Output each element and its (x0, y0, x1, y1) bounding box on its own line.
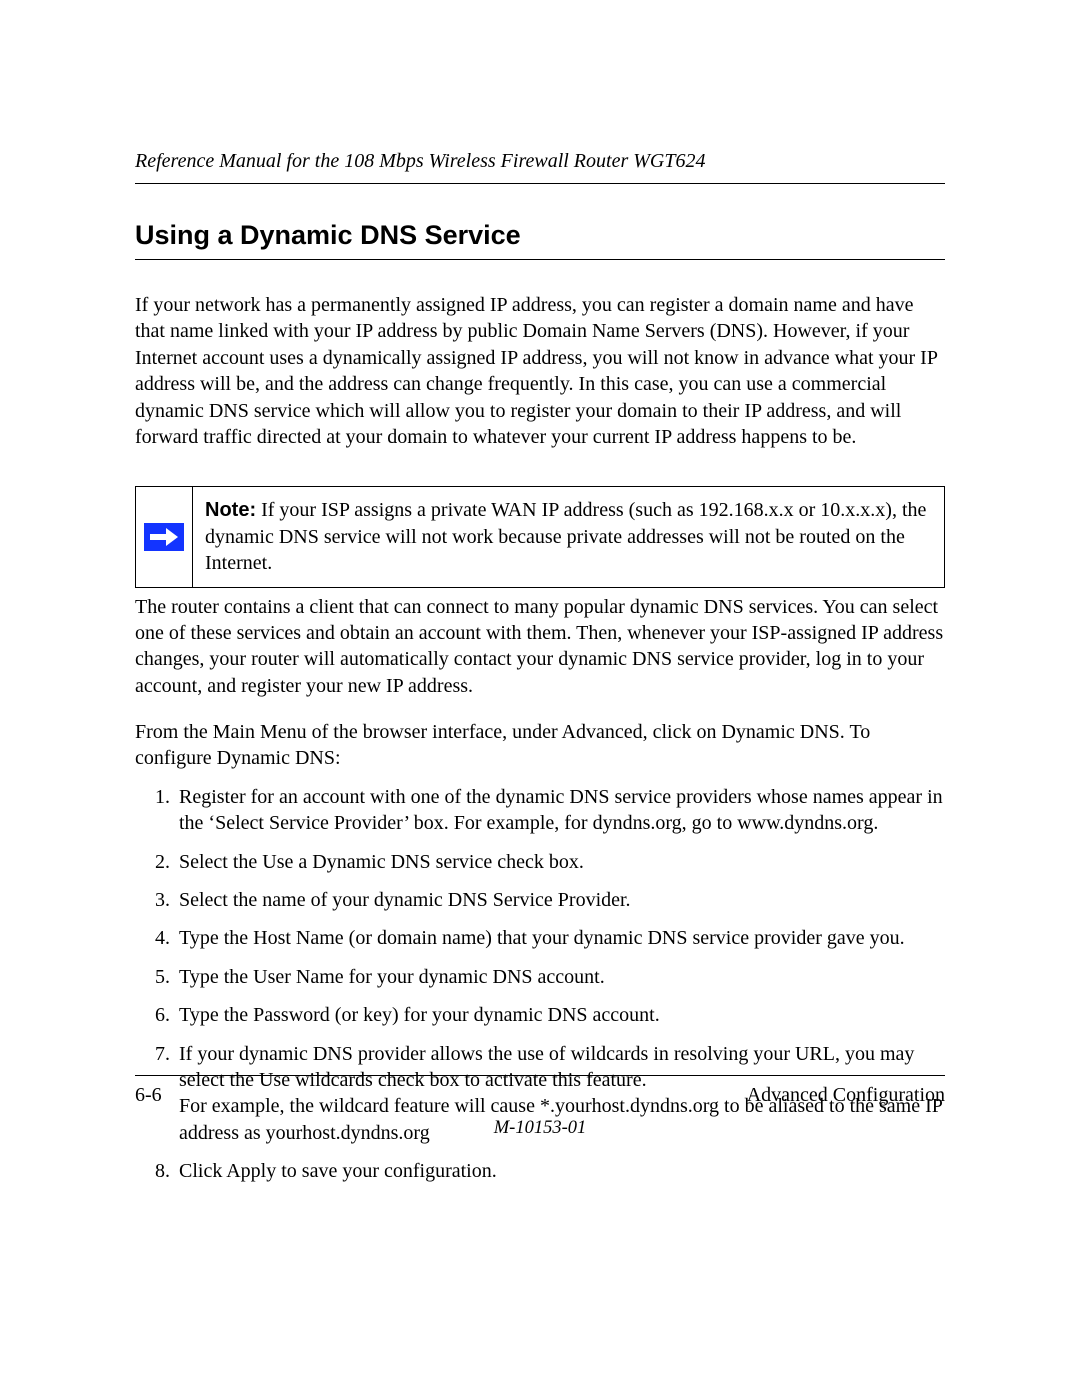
footer-chapter: Advanced Configuration (747, 1084, 945, 1107)
footer-doc-id: M-10153-01 (0, 1118, 1080, 1139)
note-label: Note: (205, 499, 256, 521)
arrow-right-icon (144, 523, 184, 551)
intro-paragraph: If your network has a permanently assign… (135, 292, 945, 450)
step-item: Type the Host Name (or domain name) that… (175, 925, 945, 951)
section-title: Using a Dynamic DNS Service (135, 220, 945, 260)
footer-page-number: 6-6 (135, 1084, 162, 1107)
note-text: Note: If your ISP assigns a private WAN … (193, 487, 944, 586)
step-item: Select the name of your dynamic DNS Serv… (175, 887, 945, 913)
step-item: Type the Password (or key) for your dyna… (175, 1002, 945, 1028)
after-note-paragraph-1: The router contains a client that can co… (135, 594, 945, 700)
page-footer: 6-6 Advanced Configuration (135, 1075, 945, 1107)
note-body: If your ISP assigns a private WAN IP add… (205, 499, 926, 574)
step-item: Select the Use a Dynamic DNS service che… (175, 849, 945, 875)
note-box: Note: If your ISP assigns a private WAN … (135, 486, 945, 587)
step-item: Type the User Name for your dynamic DNS … (175, 964, 945, 990)
step-item: Click Apply to save your configuration. (175, 1158, 945, 1184)
note-icon-cell (136, 487, 193, 586)
running-header: Reference Manual for the 108 Mbps Wirele… (135, 150, 945, 184)
page: Reference Manual for the 108 Mbps Wirele… (0, 0, 1080, 1397)
after-note-paragraph-2: From the Main Menu of the browser interf… (135, 719, 945, 772)
step-item: Register for an account with one of the … (175, 784, 945, 837)
